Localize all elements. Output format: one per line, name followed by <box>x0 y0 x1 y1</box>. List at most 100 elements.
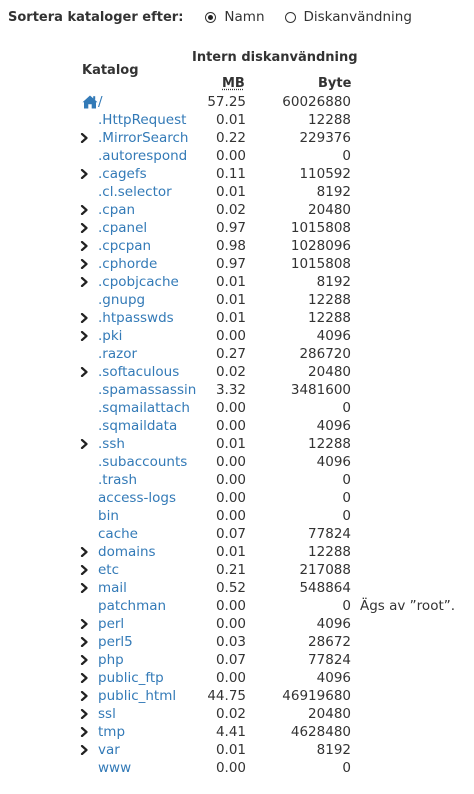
chevron-right-icon[interactable] <box>80 439 89 449</box>
directory-link[interactable]: perl <box>98 615 124 633</box>
directory-link[interactable]: .cl.selector <box>98 183 172 201</box>
directory-size-mb: 44.75 <box>207 688 246 704</box>
chevron-right-icon[interactable] <box>80 583 89 593</box>
directory-link[interactable]: www <box>98 759 131 777</box>
directory-link[interactable]: php <box>98 651 124 669</box>
directory-size-mb: 0.07 <box>215 526 246 542</box>
directory-size-bytes: 110592 <box>299 166 351 182</box>
directory-link[interactable]: public_html <box>98 687 176 705</box>
directory-size-mb: 0.00 <box>215 400 246 416</box>
directory-row: .cpcpan 0.98 1028096 <box>0 237 474 255</box>
directory-link[interactable]: .softaculous <box>98 363 179 381</box>
directory-size-mb: 0.00 <box>215 760 246 776</box>
directory-size-bytes: 20480 <box>308 202 351 218</box>
directory-link[interactable]: .cpanel <box>98 219 147 237</box>
chevron-right-icon[interactable] <box>80 691 89 701</box>
chevron-right-icon[interactable] <box>80 745 89 755</box>
directory-link[interactable]: .htpasswds <box>98 309 174 327</box>
directory-row: .cagefs 0.11 110592 <box>0 165 474 183</box>
home-icon[interactable] <box>82 95 98 109</box>
directory-size-bytes: 0 <box>342 760 351 776</box>
directory-link[interactable]: public_ftp <box>98 669 164 687</box>
directory-link[interactable]: .cphorde <box>98 255 157 273</box>
directory-row: .sqmailattach 0.00 0 <box>0 399 474 417</box>
chevron-right-icon[interactable] <box>80 673 89 683</box>
directory-link[interactable]: ssl <box>98 705 116 723</box>
chevron-right-icon[interactable] <box>80 277 89 287</box>
directory-link[interactable]: .cpan <box>98 201 135 219</box>
directory-link[interactable]: tmp <box>98 723 125 741</box>
directory-size-mb: 0.01 <box>215 292 246 308</box>
chevron-right-icon[interactable] <box>80 655 89 665</box>
directory-link[interactable]: perl5 <box>98 633 133 651</box>
directory-link[interactable]: .gnupg <box>98 291 145 309</box>
directory-link[interactable]: .cpobjcache <box>98 273 179 291</box>
chevron-right-icon[interactable] <box>80 565 89 575</box>
directory-size-mb: 0.00 <box>215 616 246 632</box>
directory-size-bytes: 77824 <box>308 652 351 668</box>
directory-size-mb: 0.01 <box>215 544 246 560</box>
directory-row: .cpan 0.02 20480 <box>0 201 474 219</box>
column-header-disk-usage: Intern diskanvändning <box>192 50 358 65</box>
chevron-right-icon[interactable] <box>80 223 89 233</box>
sort-by-name-option[interactable]: Namn <box>205 9 265 25</box>
directory-link[interactable]: .trash <box>98 471 137 489</box>
directory-row: var 0.01 8192 <box>0 741 474 759</box>
directory-size-mb: 3.32 <box>215 382 246 398</box>
directory-link[interactable]: etc <box>98 561 119 579</box>
owner-note: Ägs av ”root”. <box>360 598 456 614</box>
directory-size-mb: 0.27 <box>215 346 246 362</box>
directory-link[interactable]: var <box>98 741 120 759</box>
directory-link[interactable]: .cagefs <box>98 165 147 183</box>
chevron-right-icon[interactable] <box>80 133 89 143</box>
directory-link[interactable]: mail <box>98 579 127 597</box>
chevron-right-icon[interactable] <box>80 241 89 251</box>
directory-size-bytes: 12288 <box>308 544 351 560</box>
directory-link[interactable]: .sqmaildata <box>98 417 177 435</box>
sort-by-name-radio[interactable] <box>205 11 217 23</box>
directory-size-bytes: 4096 <box>316 454 351 470</box>
directory-row: .gnupg 0.01 12288 <box>0 291 474 309</box>
directory-row: patchman 0.00 0 Ägs av ”root”. <box>0 597 474 615</box>
directory-link[interactable]: .ssh <box>98 435 125 453</box>
directory-row: .autorespond 0.00 0 <box>0 147 474 165</box>
directory-link[interactable]: .pki <box>98 327 122 345</box>
sort-by-usage-option[interactable]: Diskanvändning <box>284 9 412 25</box>
directory-link[interactable]: domains <box>98 543 156 561</box>
chevron-right-icon[interactable] <box>80 547 89 557</box>
directory-size-bytes: 0 <box>342 148 351 164</box>
directory-size-mb: 0.97 <box>215 220 246 236</box>
directory-row: domains 0.01 12288 <box>0 543 474 561</box>
directory-link[interactable]: bin <box>98 507 119 525</box>
directory-link[interactable]: cache <box>98 525 138 543</box>
directory-row: access-logs 0.00 0 <box>0 489 474 507</box>
chevron-right-icon[interactable] <box>80 205 89 215</box>
directory-row: .cpobjcache 0.01 8192 <box>0 273 474 291</box>
chevron-right-icon[interactable] <box>80 259 89 269</box>
chevron-right-icon[interactable] <box>80 709 89 719</box>
sort-bar: Sortera kataloger efter: Namn Diskanvänd… <box>8 6 412 28</box>
directory-size-bytes: 12288 <box>308 310 351 326</box>
chevron-right-icon[interactable] <box>80 331 89 341</box>
chevron-right-icon[interactable] <box>80 727 89 737</box>
directory-size-bytes: 4628480 <box>290 724 351 740</box>
directory-link[interactable]: / <box>98 93 103 111</box>
chevron-right-icon[interactable] <box>80 637 89 647</box>
directory-row: ssl 0.02 20480 <box>0 705 474 723</box>
directory-list: /57.25 60026880 .HttpRequest 0.01 12288 .Mirr… <box>0 93 474 777</box>
directory-size-mb: 0.02 <box>215 706 246 722</box>
directory-link[interactable]: .razor <box>98 345 137 363</box>
directory-link[interactable]: access-logs <box>98 489 176 507</box>
directory-row: .sqmaildata 0.00 4096 <box>0 417 474 435</box>
directory-link[interactable]: .cpcpan <box>98 237 151 255</box>
chevron-right-icon[interactable] <box>80 169 89 179</box>
chevron-right-icon[interactable] <box>80 619 89 629</box>
sort-by-usage-radio[interactable] <box>284 11 296 23</box>
directory-row: .cphorde 0.97 1015808 <box>0 255 474 273</box>
directory-row: .razor 0.27 286720 <box>0 345 474 363</box>
directory-link[interactable]: patchman <box>98 597 166 615</box>
directory-row: public_html 44.75 46919680 <box>0 687 474 705</box>
chevron-right-icon[interactable] <box>80 367 89 377</box>
chevron-right-icon[interactable] <box>80 313 89 323</box>
directory-size-bytes: 20480 <box>308 364 351 380</box>
